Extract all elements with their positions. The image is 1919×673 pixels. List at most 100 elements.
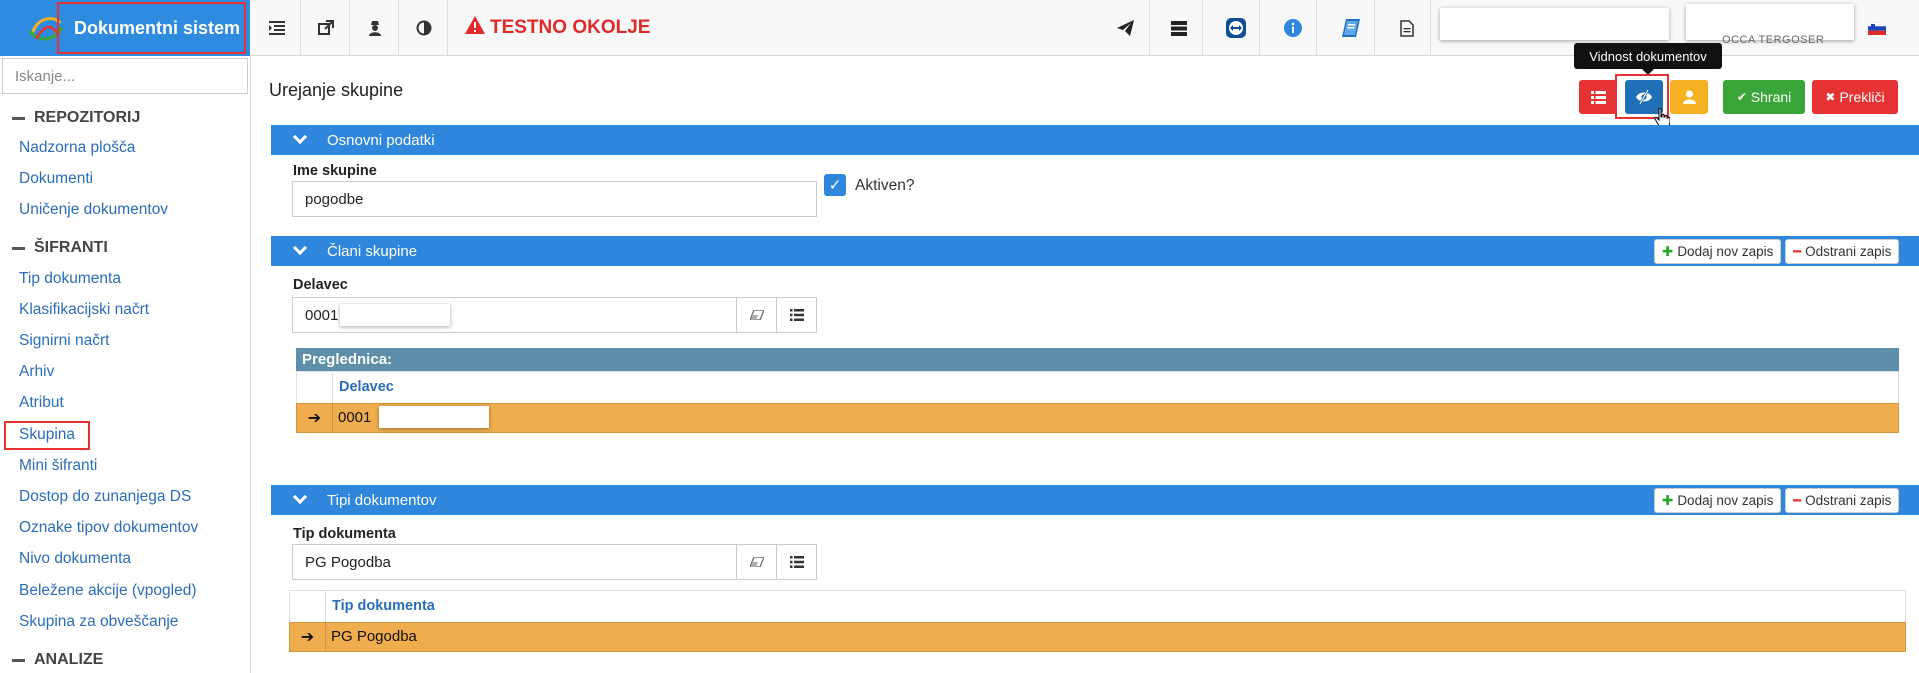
sidebar-item-oznake-tipov[interactable]: Oznake tipov dokumentov bbox=[19, 519, 198, 537]
collapse-icon bbox=[12, 246, 25, 250]
check-icon: ✔ bbox=[1736, 90, 1747, 104]
list-button[interactable] bbox=[1579, 80, 1617, 114]
minus-icon: ━ bbox=[1793, 243, 1802, 259]
sidebar-item-belezene-akcije[interactable]: Beležene akcije (vpogled) bbox=[19, 582, 197, 600]
collapse-icon bbox=[12, 116, 25, 120]
list-icon[interactable] bbox=[776, 298, 816, 332]
chevron-down-icon bbox=[292, 489, 308, 505]
document-type-lookup[interactable]: PG Pogodba bbox=[292, 544, 817, 580]
close-icon: ✖ bbox=[1825, 90, 1836, 104]
slovenian-flag-icon[interactable] bbox=[1867, 21, 1887, 39]
user-secret-icon[interactable] bbox=[351, 0, 399, 56]
panel-title: Tipi dokumentov bbox=[327, 491, 437, 509]
remove-record-button[interactable]: ━ Odstrani zapis bbox=[1785, 239, 1900, 264]
search-input[interactable] bbox=[2, 58, 248, 94]
chevron-down-icon bbox=[292, 240, 308, 256]
panel-osnovni-podatki[interactable]: Osnovni podatki bbox=[271, 125, 1919, 155]
column-header-tip-dokumenta[interactable]: Tip dokumenta bbox=[332, 598, 435, 614]
remove-record-label: Odstrani zapis bbox=[1805, 493, 1892, 508]
contrast-icon[interactable] bbox=[400, 0, 448, 56]
tooltip: Vidnost dokumentov bbox=[1574, 43, 1722, 75]
paper-plane-icon[interactable] bbox=[1102, 0, 1150, 56]
chevron-down-icon bbox=[292, 129, 308, 145]
redacted-field bbox=[379, 406, 489, 428]
section-title: ANALIZE bbox=[34, 651, 104, 668]
user-icon bbox=[1682, 90, 1696, 104]
eraser-icon[interactable] bbox=[736, 298, 776, 332]
document-type-label: Tip dokumenta bbox=[293, 526, 396, 542]
add-record-label: Dodaj nov zapis bbox=[1677, 493, 1774, 508]
table-cell: 0001 bbox=[338, 409, 372, 426]
info-icon[interactable] bbox=[1269, 0, 1317, 56]
document-icon[interactable] bbox=[1383, 0, 1431, 56]
sidebar-item-skupina-obvescanje[interactable]: Skupina za obveščanje bbox=[19, 613, 178, 631]
external-link-icon[interactable] bbox=[302, 0, 350, 56]
panel-title: Člani skupine bbox=[327, 242, 418, 260]
sidebar-item-arhiv[interactable]: Arhiv bbox=[19, 363, 54, 381]
group-name-value: pogodbe bbox=[305, 190, 364, 208]
environment-warning-text: TESTNO OKOLJE bbox=[490, 17, 651, 38]
panel-title: Osnovni podatki bbox=[327, 131, 435, 149]
sidebar-item-dokumenti[interactable]: Dokumenti bbox=[19, 170, 93, 188]
plus-icon: ✚ bbox=[1662, 492, 1674, 508]
list-icon bbox=[1590, 90, 1606, 104]
section-analize[interactable]: ANALIZE bbox=[12, 651, 103, 669]
sidebar-item-tip-dokumenta[interactable]: Tip dokumenta bbox=[19, 270, 121, 288]
save-label: Shrani bbox=[1750, 89, 1792, 105]
arrow-right-icon: ➔ bbox=[297, 404, 333, 432]
active-label: Aktiven? bbox=[855, 177, 915, 194]
warning-icon bbox=[465, 16, 485, 40]
add-record-button[interactable]: ✚ Dodaj nov zapis bbox=[1654, 488, 1782, 513]
minus-icon: ━ bbox=[1793, 492, 1802, 508]
sidebar-item-signirni-nacrt[interactable]: Signirni načrt bbox=[19, 332, 109, 350]
employee-label: Delavec bbox=[293, 277, 348, 293]
collapse-icon bbox=[12, 658, 25, 662]
remove-record-label: Odstrani zapis bbox=[1805, 244, 1892, 259]
add-record-label: Dodaj nov zapis bbox=[1677, 244, 1774, 259]
table-cell: PG Pogodba bbox=[331, 628, 417, 645]
sidebar-item-unicenje-dokumentov[interactable]: Uničenje dokumentov bbox=[19, 201, 168, 219]
cancel-label: Prekliči bbox=[1839, 89, 1885, 105]
remove-record-button[interactable]: ━ Odstrani zapis bbox=[1785, 488, 1900, 513]
column-header-delavec[interactable]: Delavec bbox=[339, 379, 394, 395]
employee-value: 0001 bbox=[305, 306, 339, 324]
arrow-right-icon: ➔ bbox=[290, 623, 326, 651]
list-icon[interactable] bbox=[776, 545, 816, 579]
teamviewer-icon[interactable] bbox=[1212, 0, 1260, 56]
panel-clani-skupine[interactable]: Člani skupine ✚ Dodaj nov zapis ━ Odstra… bbox=[271, 236, 1919, 266]
cancel-button[interactable]: ✖ Prekliči bbox=[1812, 80, 1898, 114]
table-row[interactable]: ➔ PG Pogodba bbox=[289, 622, 1906, 652]
highlight-skupina bbox=[4, 421, 90, 450]
main-content: Urejanje skupine Vidnost dokumentov ✔ Sh… bbox=[251, 43, 1919, 673]
document-type-value: PG Pogodba bbox=[305, 553, 391, 571]
sidebar-item-nadzorna-plosca[interactable]: Nadzorna plošča bbox=[19, 139, 135, 157]
sidebar-item-klasifikacijski-nacrt[interactable]: Klasifikacijski načrt bbox=[19, 301, 149, 319]
sidebar-item-dostop-zunanji-ds[interactable]: Dostop do zunanjega DS bbox=[19, 488, 191, 506]
sidebar-item-nivo-dokumenta[interactable]: Nivo dokumenta bbox=[19, 550, 131, 568]
active-checkbox[interactable]: ✓ bbox=[824, 174, 846, 196]
list-indent-icon[interactable] bbox=[253, 0, 301, 56]
eraser-icon[interactable] bbox=[736, 545, 776, 579]
plus-icon: ✚ bbox=[1662, 243, 1674, 259]
group-name-input[interactable]: pogodbe bbox=[292, 181, 817, 217]
redacted-field bbox=[1440, 8, 1669, 40]
section-sifranti[interactable]: ŠIFRANTI bbox=[12, 239, 108, 257]
section-title: ŠIFRANTI bbox=[34, 239, 108, 256]
sidebar-item-mini-sifranti[interactable]: Mini šifranti bbox=[19, 457, 97, 475]
environment-warning: TESTNO OKOLJE bbox=[465, 0, 650, 56]
grid-caption: Preglednica: bbox=[296, 348, 1899, 371]
server-icon[interactable] bbox=[1155, 0, 1203, 56]
redacted-field bbox=[340, 304, 450, 326]
user-name: OCCA TERGOSER bbox=[1722, 34, 1825, 46]
sidebar-item-atribut[interactable]: Atribut bbox=[19, 394, 64, 412]
user-button[interactable] bbox=[1670, 80, 1708, 114]
save-button[interactable]: ✔ Shrani bbox=[1723, 80, 1805, 114]
table-row[interactable]: ➔ 0001 bbox=[296, 403, 1899, 433]
book-icon[interactable] bbox=[1327, 0, 1375, 56]
panel-tipi-dokumentov[interactable]: Tipi dokumentov ✚ Dodaj nov zapis ━ Odst… bbox=[271, 485, 1919, 515]
add-record-button[interactable]: ✚ Dodaj nov zapis bbox=[1654, 239, 1782, 264]
grid-header: Tip dokumenta bbox=[289, 590, 1906, 623]
section-repozitorij[interactable]: REPOZITORIJ bbox=[12, 109, 140, 127]
grid-header: Delavec bbox=[296, 371, 1899, 404]
employee-lookup[interactable]: 0001 bbox=[292, 297, 817, 333]
